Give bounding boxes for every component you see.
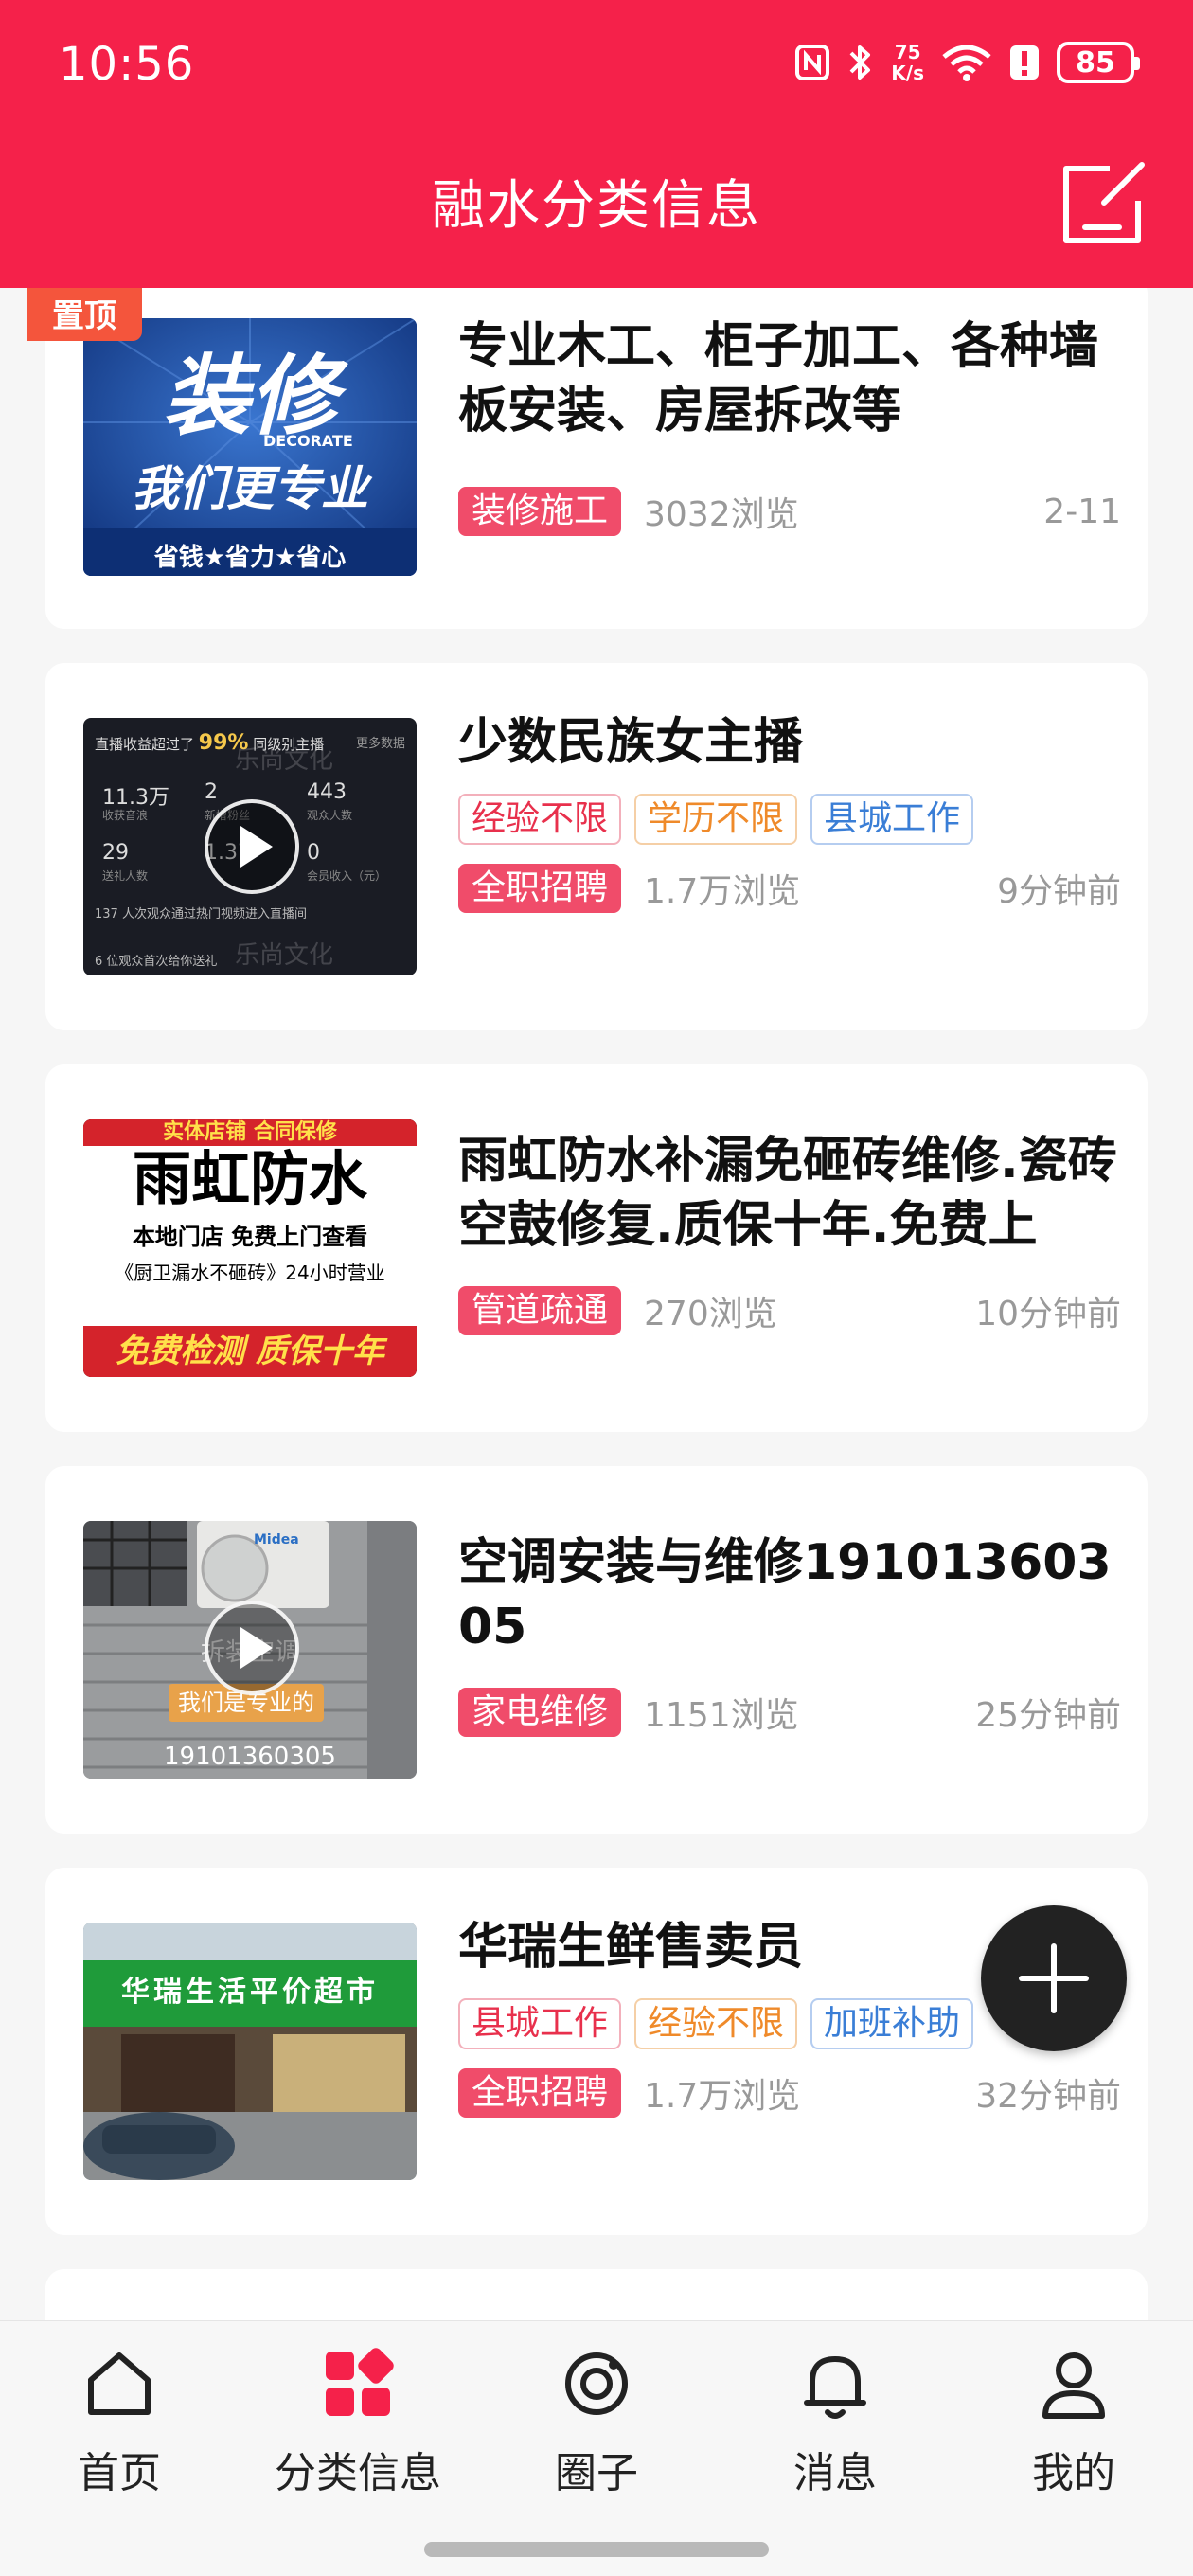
post-time: 9分钟前 <box>997 872 1121 911</box>
listing-meta: 管道疏通 270浏览 10分钟前 <box>458 1284 1121 1337</box>
post-time: 2-11 <box>1043 492 1121 531</box>
nav-item-circle[interactable]: 圈子 <box>477 2346 716 2516</box>
play-icon <box>240 826 273 868</box>
listing-title[interactable]: 少数民族女主播 <box>458 710 1121 775</box>
circle-icon <box>565 2352 628 2415</box>
nav-item-category[interactable]: 分类信息 <box>239 2346 477 2516</box>
view-count: 1.7万浏览 <box>644 2077 801 2116</box>
nav-item-home[interactable]: 首页 <box>0 2346 239 2516</box>
status-bar: 10:56 75 K/s 85 <box>0 0 1193 133</box>
thumbnail-text: 省钱★省力★省心 <box>153 544 347 572</box>
listing-thumbnail[interactable]: 华瑞生活平价超市 <box>83 1923 417 2180</box>
listing-card[interactable]: 直播收益超过了 99% 同级别主播 更多数据 11.3万 收获音浪 2 新增粉丝… <box>45 663 1148 1030</box>
compose-button[interactable] <box>1057 159 1148 250</box>
nav-item-messages[interactable]: 消息 <box>716 2346 954 2516</box>
nav-label: 首页 <box>78 2449 161 2497</box>
nav-label: 分类信息 <box>275 2449 441 2497</box>
listing-thumbnail[interactable]: 直播收益超过了 99% 同级别主播 更多数据 11.3万 收获音浪 2 新增粉丝… <box>83 718 417 975</box>
page-title: 融水分类信息 <box>432 175 761 237</box>
nav-label: 圈子 <box>555 2449 638 2497</box>
post-time: 10分钟前 <box>975 1295 1121 1333</box>
tag-row: 经验不限 学历不限 县城工作 <box>458 794 974 845</box>
category-badge: 管道疏通 <box>458 1286 622 1335</box>
listing-meta: 装修施工 3032浏览 2-11 <box>458 485 1121 538</box>
listing-tag: 县城工作 <box>458 1998 622 2049</box>
category-grid-icon <box>326 2348 394 2416</box>
thumbnail-text: DECORATE <box>263 432 353 450</box>
thumbnail-text: 装修 <box>162 345 337 447</box>
view-count: 3032浏览 <box>644 495 799 534</box>
listing-card[interactable]: 华瑞生活平价超市 华瑞生鲜售卖员 县城工作 经验不限 加班补助 全职招聘 1.7… <box>45 1868 1148 2235</box>
status-icons: 75 K/s 85 <box>794 41 1140 84</box>
tag-row: 县城工作 经验不限 加班补助 <box>458 1998 974 2049</box>
compose-icon <box>1063 162 1145 243</box>
listing-tag: 加班补助 <box>810 1998 974 2049</box>
profile-icon <box>1042 2352 1105 2419</box>
listing-tag: 经验不限 <box>458 794 622 845</box>
category-badge: 全职招聘 <box>458 864 622 913</box>
post-time: 32分钟前 <box>975 2077 1121 2116</box>
bell-icon <box>804 2356 866 2419</box>
listing-thumbnail[interactable]: Midea 拆装空调 我们是专业的 19101360305 <box>83 1521 417 1779</box>
view-count: 270浏览 <box>644 1295 777 1333</box>
bluetooth-icon <box>847 42 874 83</box>
view-count: 1.7万浏览 <box>644 872 801 911</box>
listing-card[interactable]: Midea 拆装空调 我们是专业的 19101360305 空调安装与维修191… <box>45 1466 1148 1834</box>
nav-item-profile[interactable]: 我的 <box>954 2346 1193 2516</box>
play-icon <box>240 1627 273 1669</box>
category-badge: 全职招聘 <box>458 2068 622 2118</box>
thumbnail-text: 我们更专业 <box>132 461 368 516</box>
listing-meta: 全职招聘 1.7万浏览 32分钟前 <box>458 2066 1121 2120</box>
pinned-badge: 置顶 <box>27 288 142 341</box>
bottom-nav: 首页 分类信息 圈子 消息 我的 <box>0 2320 1193 2576</box>
nav-label: 消息 <box>793 2449 877 2497</box>
status-time: 10:56 <box>59 38 195 91</box>
nfc-icon <box>794 44 830 81</box>
home-indicator[interactable] <box>424 2542 769 2557</box>
listing-card[interactable] <box>45 2269 1148 2320</box>
listing-title[interactable]: 空调安装与维修19101360305 <box>458 1530 1121 1659</box>
plus-icon <box>1019 1943 1089 2013</box>
network-speed: 75 K/s <box>891 41 924 84</box>
listing-meta: 全职招聘 1.7万浏览 9分钟前 <box>458 862 1121 915</box>
listing-card[interactable]: 实体店铺 合同保修 雨虹防水 本地门店 免费上门查看 《厨卫漏水不砸砖》24小时… <box>45 1064 1148 1432</box>
listing-meta: 家电维修 1151浏览 25分钟前 <box>458 1686 1121 1739</box>
play-button[interactable] <box>205 799 299 894</box>
app-header: 10:56 75 K/s 85 融水分类信息 <box>0 0 1193 288</box>
alert-icon <box>1009 44 1040 81</box>
post-time: 25分钟前 <box>975 1696 1121 1735</box>
home-icon <box>88 2352 151 2415</box>
nav-label: 我的 <box>1032 2449 1115 2497</box>
play-button[interactable] <box>205 1601 299 1695</box>
listing-card[interactable]: 置顶 装修 DECORATE 我们更专业 省钱★省力★省心 专业木工、柜子加工、… <box>27 288 1148 629</box>
wifi-icon <box>941 44 992 81</box>
listing-title[interactable]: 专业木工、柜子加工、各种墙板安装、房屋拆改等 <box>458 314 1121 443</box>
category-badge: 家电维修 <box>458 1688 622 1737</box>
add-listing-button[interactable] <box>981 1905 1127 2051</box>
listing-tag: 学历不限 <box>634 794 798 845</box>
listing-thumbnail[interactable]: 装修 DECORATE 我们更专业 省钱★省力★省心 <box>83 318 417 576</box>
battery-indicator: 85 <box>1057 42 1140 83</box>
listing-title[interactable]: 雨虹防水补漏免砸砖维修.瓷砖空鼓修复.质保十年.免费上 <box>458 1129 1121 1258</box>
listing-tag: 县城工作 <box>810 794 974 845</box>
category-badge: 装修施工 <box>458 487 622 536</box>
listing-tag: 经验不限 <box>634 1998 798 2049</box>
listing-thumbnail[interactable]: 实体店铺 合同保修 雨虹防水 本地门店 免费上门查看 《厨卫漏水不砸砖》24小时… <box>83 1119 417 1377</box>
view-count: 1151浏览 <box>644 1696 799 1735</box>
